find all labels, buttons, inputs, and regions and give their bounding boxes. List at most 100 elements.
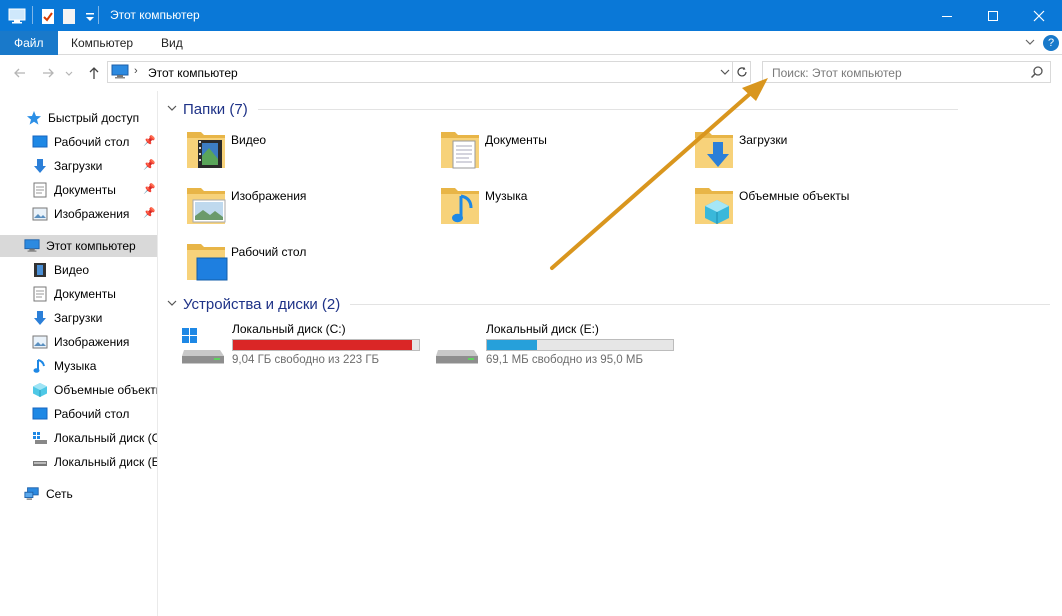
windows-drive-icon <box>182 328 224 364</box>
sidebar-item-label: Сеть <box>46 487 73 501</box>
drives-section-header[interactable]: Устройства и диски (2) <box>167 294 1052 314</box>
pin-icon[interactable]: 📌 <box>143 184 155 195</box>
search-input[interactable] <box>770 65 1020 81</box>
download-arrow-icon <box>32 158 48 174</box>
cube-icon <box>32 382 48 398</box>
address-bar[interactable]: › Этот компьютер <box>107 61 733 83</box>
title-bar: Этот компьютер <box>0 0 1062 31</box>
sidebar-item-label: Музыка <box>54 359 97 373</box>
sidebar-item-label: Локальный диск (C:) <box>54 431 157 445</box>
sidebar-item-documents[interactable]: Документы 📌 <box>0 179 157 201</box>
computer-icon <box>24 238 40 254</box>
collapse-chevron-icon[interactable] <box>167 298 177 311</box>
folder-music[interactable]: Музыка <box>439 182 689 232</box>
sidebar-item-label: Этот компьютер <box>46 239 136 253</box>
ribbon-tabs: Файл Компьютер Вид ? <box>0 31 1062 55</box>
folder-3d-objects[interactable]: Объемные объекты <box>693 182 943 232</box>
desktop-icon <box>32 406 48 422</box>
folder-name: Видео <box>231 133 267 147</box>
sidebar-item-label: Рабочий стол <box>54 407 130 421</box>
sidebar-item-video[interactable]: Видео <box>0 259 157 281</box>
sidebar-item-downloads-pc[interactable]: Загрузки <box>0 307 157 329</box>
tab-file[interactable]: Файл <box>0 31 58 55</box>
refresh-button[interactable] <box>733 61 751 83</box>
folder-desktop[interactable]: Рабочий стол <box>185 238 435 288</box>
folder-pictures[interactable]: Изображения <box>185 182 435 232</box>
picture-icon <box>32 334 48 350</box>
star-icon <box>26 110 42 126</box>
sidebar-item-downloads[interactable]: Загрузки 📌 <box>0 155 157 177</box>
sidebar-item-drive-c[interactable]: Локальный диск (C:) <box>0 427 157 449</box>
sidebar-item-label: Объемные объекты <box>54 383 157 397</box>
folder-name: Загрузки <box>739 133 788 147</box>
sidebar-item-music[interactable]: Музыка <box>0 355 157 377</box>
sidebar-item-label: Документы <box>54 287 116 301</box>
folders-section-header[interactable]: Папки (7) <box>167 99 1052 119</box>
document-icon <box>32 182 48 198</box>
address-dropdown-icon[interactable] <box>716 61 734 83</box>
minimize-button[interactable] <box>924 0 970 31</box>
sidebar-item-desktop[interactable]: Рабочий стол 📌 <box>0 131 157 153</box>
forward-arrow-icon[interactable] <box>38 63 58 83</box>
sidebar-item-label: Рабочий стол <box>54 135 130 149</box>
drive-usage-fill <box>487 340 538 350</box>
folder-name: Музыка <box>485 189 528 203</box>
sidebar-item-drive-e[interactable]: Локальный диск (E:) <box>0 451 157 473</box>
pin-icon[interactable]: 📌 <box>143 208 155 219</box>
desktop-icon <box>32 134 48 150</box>
folders-header-label: Папки (7) <box>183 100 248 118</box>
folder-name: Объемные объекты <box>739 189 850 203</box>
pin-icon[interactable]: 📌 <box>143 160 155 171</box>
search-box[interactable] <box>762 61 1051 83</box>
sidebar-item-label: Видео <box>54 263 90 277</box>
back-arrow-icon[interactable] <box>10 63 30 83</box>
close-button[interactable] <box>1016 0 1062 31</box>
folder-video[interactable]: Видео <box>185 126 435 176</box>
help-icon[interactable]: ? <box>1043 35 1059 51</box>
sidebar-item-label: Документы <box>54 183 116 197</box>
sidebar-item-3d-objects[interactable]: Объемные объекты <box>0 379 157 401</box>
breadcrumb-chevron-icon[interactable]: › <box>134 65 138 77</box>
documents-folder-icon <box>441 132 479 169</box>
sidebar-item-pictures-pc[interactable]: Изображения <box>0 331 157 353</box>
recent-locations-chevron-icon[interactable] <box>62 63 76 83</box>
sidebar-item-label: Изображения <box>54 335 130 349</box>
sidebar-item-documents-pc[interactable]: Документы <box>0 283 157 305</box>
sidebar-item-label: Изображения <box>54 207 130 221</box>
tab-computer[interactable]: Компьютер <box>57 31 147 55</box>
search-icon[interactable] <box>1030 65 1044 82</box>
maximize-button[interactable] <box>970 0 1016 31</box>
downloads-folder-icon <box>695 132 733 168</box>
section-divider <box>257 108 958 110</box>
sidebar-item-desktop-pc[interactable]: Рабочий стол <box>0 403 157 425</box>
folder-name: Изображения <box>231 189 307 203</box>
up-arrow-icon[interactable] <box>84 63 104 83</box>
film-icon <box>32 262 48 278</box>
new-folder-icon[interactable] <box>62 6 76 26</box>
drives-header-label: Устройства и диски (2) <box>183 295 341 313</box>
sidebar-item-label: Локальный диск (E:) <box>54 455 157 469</box>
folder-name: Рабочий стол <box>231 245 307 259</box>
pictures-folder-icon <box>187 188 226 224</box>
sidebar-item-quick-access[interactable]: Быстрый доступ <box>0 107 157 129</box>
sidebar-item-label: Загрузки <box>54 311 103 325</box>
collapse-chevron-icon[interactable] <box>167 103 177 116</box>
folder-documents[interactable]: Документы <box>439 126 689 176</box>
document-icon <box>32 286 48 302</box>
pin-icon[interactable]: 📌 <box>143 136 155 147</box>
properties-icon[interactable] <box>40 6 56 26</box>
drive-icon <box>32 454 48 470</box>
sidebar-item-pictures[interactable]: Изображения 📌 <box>0 203 157 225</box>
ribbon-expand-icon[interactable] <box>1024 36 1036 51</box>
folder-downloads[interactable]: Загрузки <box>693 126 943 176</box>
video-folder-icon <box>187 132 225 168</box>
sidebar-item-network[interactable]: Сеть <box>0 483 157 505</box>
drive-e[interactable]: Локальный диск (E:) 69,1 МБ свободно из … <box>434 320 684 366</box>
music-folder-icon <box>441 188 479 224</box>
customize-toolbar-icon[interactable] <box>84 6 96 26</box>
tab-view[interactable]: Вид <box>147 31 197 55</box>
drive-c[interactable]: Локальный диск (C:) 9,04 ГБ свободно из … <box>180 320 430 366</box>
sidebar-item-this-pc[interactable]: Этот компьютер <box>0 235 157 257</box>
drive-icon <box>436 350 478 364</box>
desktop-folder-icon <box>187 244 228 281</box>
